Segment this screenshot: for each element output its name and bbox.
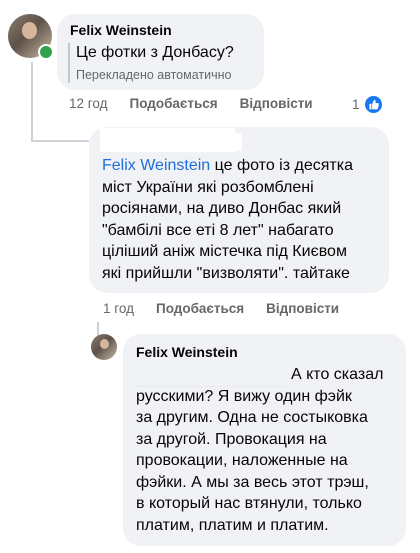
thread-line-main <box>31 62 33 142</box>
comment-bubble: Felix Weinstein Це фотки з Донбасу? Пере… <box>57 14 264 90</box>
reply-bubble: Felix Weinstein А кто сказал русскими? Я… <box>123 334 406 546</box>
translation-bar <box>68 43 70 83</box>
redaction-block <box>100 128 235 152</box>
like-icon <box>362 94 384 115</box>
comment-author[interactable]: Felix Weinstein <box>70 22 172 38</box>
reply-author[interactable]: Felix Weinstein <box>136 344 238 360</box>
translated-note[interactable]: Перекладено автоматично <box>76 68 231 82</box>
reaction-count-number: 1 <box>352 97 360 112</box>
reply-button[interactable]: Відповісти <box>266 301 339 316</box>
reply-actions: 1 год Подобається Відповісти <box>103 301 361 316</box>
mention-link[interactable]: Felix Weinstein <box>102 157 210 174</box>
reply-time[interactable]: 1 год <box>103 301 134 316</box>
reaction-count[interactable]: 1 <box>352 94 384 115</box>
thread-connector-reply1 <box>31 140 89 142</box>
reply-button[interactable]: Відповісти <box>240 96 313 111</box>
reply-text: Felix Weinstein це фото із десятка міст … <box>102 157 353 282</box>
online-status-dot <box>38 44 54 60</box>
comment-time[interactable]: 12 год <box>69 96 107 111</box>
comment-text: Це фотки з Донбасу? <box>76 44 234 61</box>
comment-actions: 12 год Подобається Відповісти <box>69 96 335 111</box>
like-button[interactable]: Подобається <box>156 301 244 316</box>
reply-text: А кто сказал русскими? Я вижу один фэйк … <box>136 366 384 534</box>
avatar[interactable] <box>91 334 117 360</box>
like-button[interactable]: Подобається <box>129 96 217 111</box>
